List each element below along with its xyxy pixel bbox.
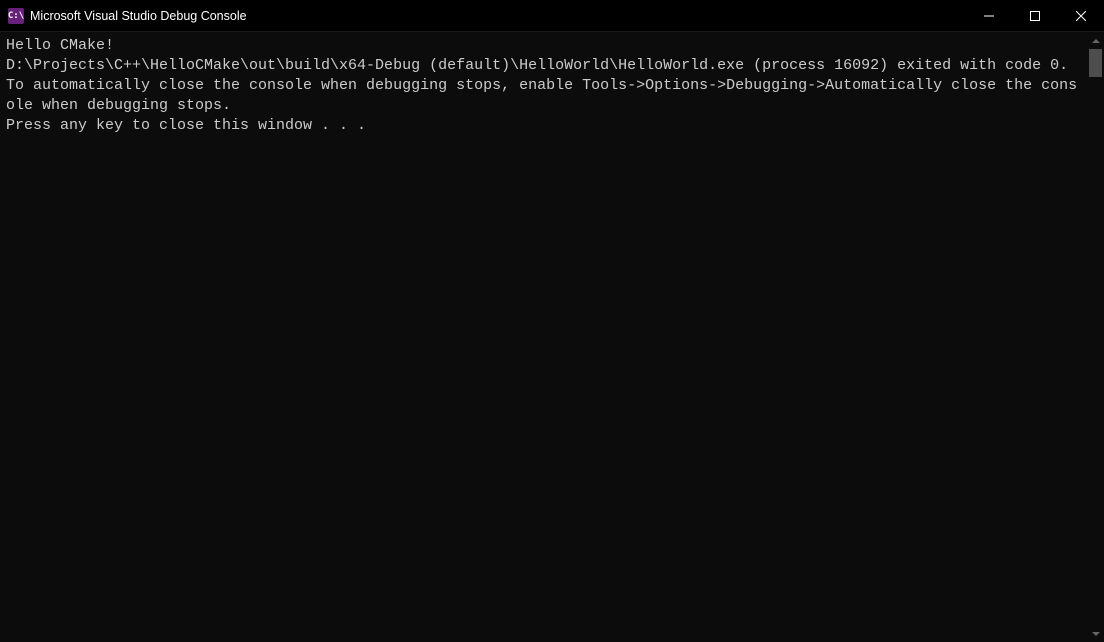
- minimize-button[interactable]: [966, 0, 1012, 31]
- console-line: To automatically close the console when …: [6, 76, 1081, 116]
- window-title: Microsoft Visual Studio Debug Console: [30, 9, 966, 23]
- scroll-down-arrow-icon[interactable]: [1087, 625, 1104, 642]
- minimize-icon: [984, 11, 994, 21]
- scroll-up-arrow-icon[interactable]: [1087, 32, 1104, 49]
- console-output[interactable]: Hello CMake!D:\Projects\C++\HelloCMake\o…: [0, 32, 1087, 642]
- console-area: Hello CMake!D:\Projects\C++\HelloCMake\o…: [0, 32, 1104, 642]
- window-controls: [966, 0, 1104, 31]
- maximize-icon: [1030, 11, 1040, 21]
- vertical-scrollbar[interactable]: [1087, 32, 1104, 642]
- scroll-thumb[interactable]: [1089, 49, 1102, 77]
- close-icon: [1076, 11, 1086, 21]
- console-line: Hello CMake!: [6, 36, 1081, 56]
- scroll-track[interactable]: [1087, 49, 1104, 625]
- window-titlebar: C:\ Microsoft Visual Studio Debug Consol…: [0, 0, 1104, 32]
- app-icon: C:\: [8, 8, 24, 24]
- maximize-button[interactable]: [1012, 0, 1058, 31]
- console-line: Press any key to close this window . . .: [6, 116, 1081, 136]
- close-button[interactable]: [1058, 0, 1104, 31]
- console-line: D:\Projects\C++\HelloCMake\out\build\x64…: [6, 56, 1081, 76]
- app-icon-label: C:\: [8, 11, 24, 21]
